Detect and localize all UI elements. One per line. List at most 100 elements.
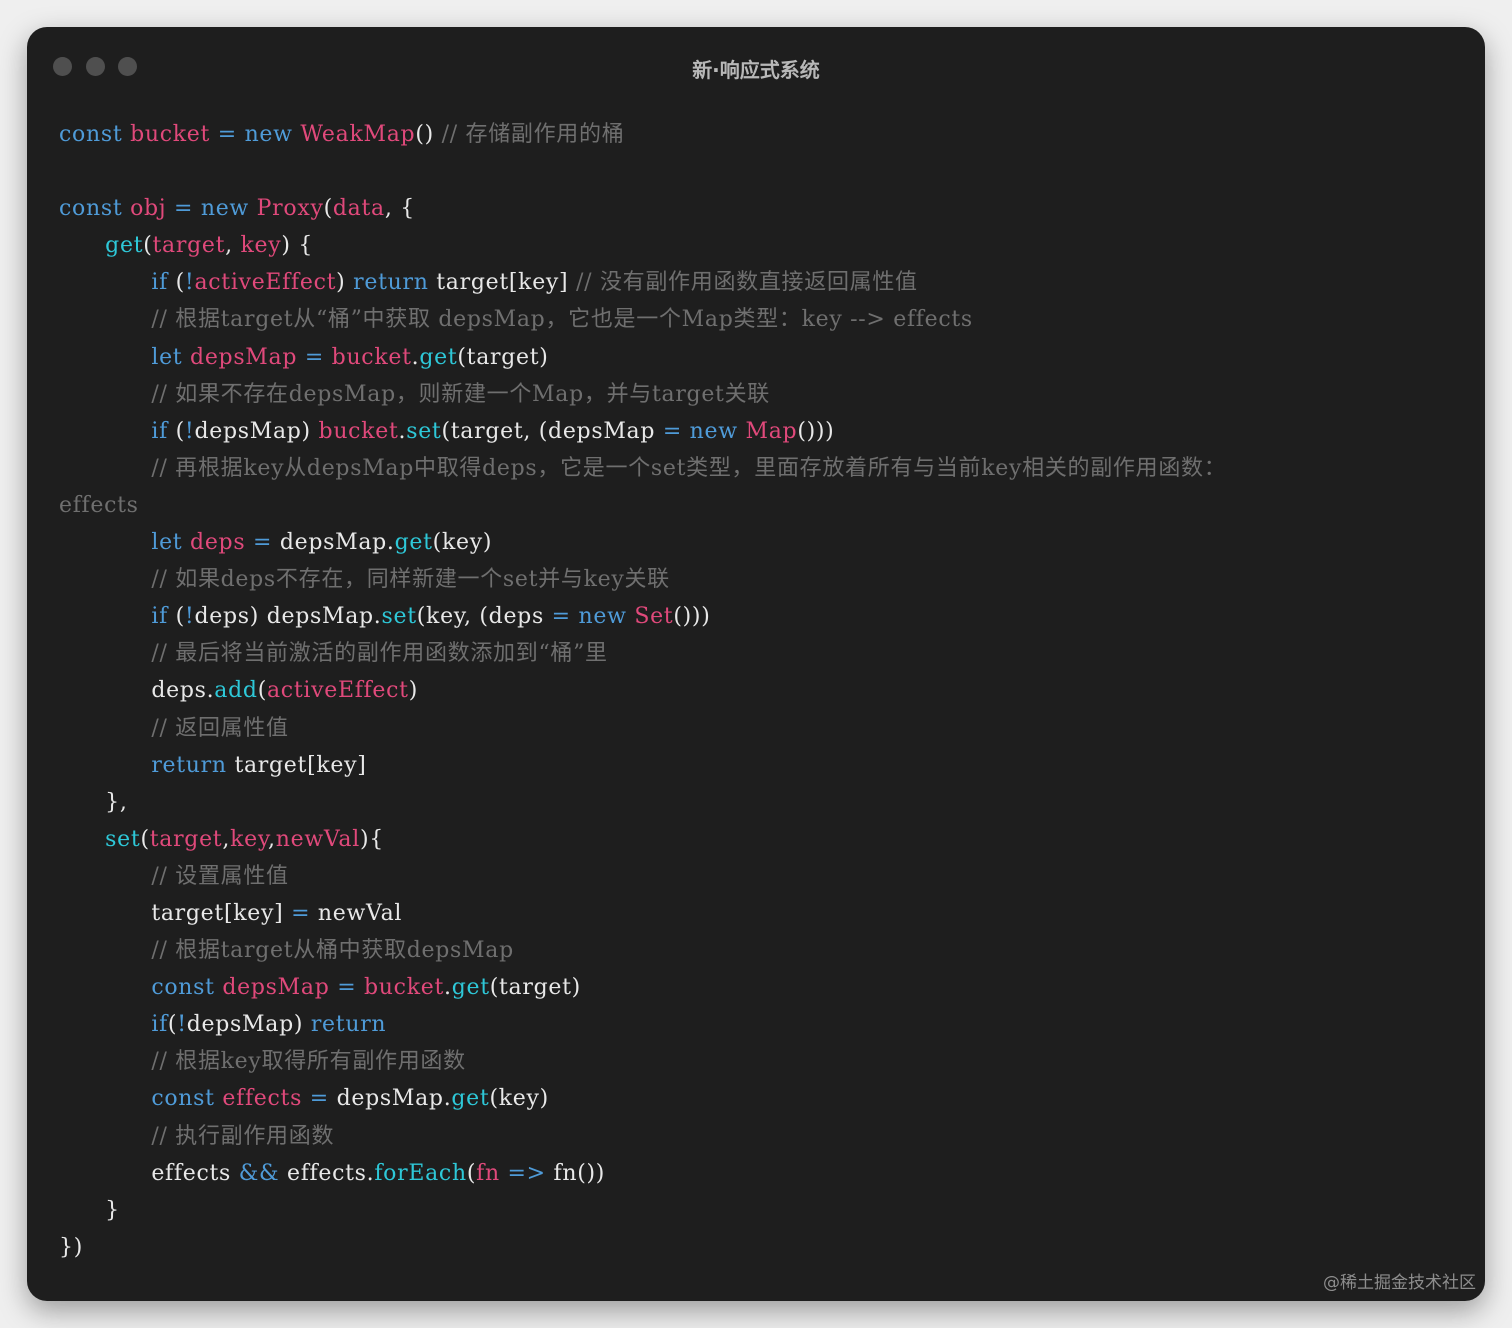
code-token: set <box>105 826 141 852</box>
code-window: 新·响应式系统 const bucket = new WeakMap() // … <box>27 27 1485 1301</box>
code-token: ( <box>257 678 267 704</box>
code-line: const effects = depsMap.get(key) <box>59 1080 1226 1117</box>
code-token: new <box>689 418 746 444</box>
code-line: // 执行副作用函数 <box>59 1118 1226 1155</box>
code-token: (key) <box>432 530 493 556</box>
code-token: Map <box>745 418 798 444</box>
code-token: // 根据target从“桶”中获取 depsMap，它也是一个Map类型：ke… <box>151 307 973 333</box>
code-token: depsMap. <box>279 530 395 556</box>
code-token: = <box>253 530 280 556</box>
code-token: // 设置属性值 <box>151 863 289 889</box>
code-token: get <box>451 1086 490 1112</box>
code-line: let depsMap = bucket.get(target) <box>59 339 1226 376</box>
code-token: depsMap <box>222 975 338 1001</box>
code-token: add <box>214 678 258 704</box>
code-line: deps.add(activeEffect) <box>59 672 1226 709</box>
code-token: set <box>381 604 417 630</box>
code-token: // 最后将当前激活的副作用函数添加到“桶”里 <box>151 641 608 667</box>
code-token: ( <box>175 418 185 444</box>
code-token: set <box>406 418 442 444</box>
code-token: }) <box>59 1234 83 1260</box>
code-token: ( <box>175 604 185 630</box>
code-token: get <box>419 344 458 370</box>
code-token: new <box>200 196 257 222</box>
code-token: effects <box>151 1160 239 1186</box>
code-token: , <box>225 233 241 259</box>
code-token: ! <box>177 1012 187 1038</box>
code-token: deps) depsMap. <box>194 604 382 630</box>
code-token: activeEffect <box>266 678 409 704</box>
code-line: // 再根据key从depsMap中取得deps，它是一个set类型，里面存放着… <box>59 450 1226 487</box>
code-line: // 最后将当前激活的副作用函数添加到“桶”里 <box>59 635 1226 672</box>
code-token: // 如果不存在depsMap，则新建一个Map，并与target关联 <box>151 381 770 407</box>
code-line: // 根据key取得所有副作用函数 <box>59 1043 1226 1080</box>
code-token: target[key] <box>151 900 292 926</box>
code-token: let <box>151 530 191 556</box>
code-token: () <box>415 122 442 147</box>
code-token: return <box>353 270 437 296</box>
code-token: forEach <box>374 1160 467 1186</box>
code-line: get(target, key) { <box>59 227 1226 264</box>
code-token: = <box>217 122 245 147</box>
code-token: ( <box>140 826 150 852</box>
code-line: // 设置属性值 <box>59 858 1226 895</box>
code-token: if <box>151 604 176 630</box>
code-token: // 返回属性值 <box>151 715 289 741</box>
code-token: target[key] <box>436 270 577 296</box>
code-token: ( <box>175 270 185 296</box>
code-token: = <box>309 1086 337 1112</box>
code-token: newVal <box>317 900 403 926</box>
code-token: depsMap) <box>186 1012 311 1038</box>
code-token: const <box>59 196 131 222</box>
code-token: // 存储副作用的桶 <box>441 122 625 147</box>
code-token: ( <box>143 233 153 259</box>
code-line: effects <box>59 487 1226 524</box>
code-line: const depsMap = bucket.get(target) <box>59 969 1226 1006</box>
code-token: (target) <box>489 975 581 1001</box>
code-line: // 如果deps不存在，同样新建一个set并与key关联 <box>59 561 1226 598</box>
code-line: } <box>59 1192 1226 1229</box>
code-line: if(!depsMap) return <box>59 1006 1226 1043</box>
code-line: if (!activeEffect) return target[key] //… <box>59 264 1226 301</box>
code-token: deps. <box>151 678 215 704</box>
code-line: }, <box>59 784 1226 821</box>
code-token: }, <box>105 789 128 815</box>
code-token: bucket <box>331 344 412 370</box>
code-line: const obj = new Proxy(data, { <box>59 190 1226 227</box>
code-token: ( <box>323 196 333 222</box>
code-token: effects. <box>286 1160 375 1186</box>
code-token: => <box>507 1160 554 1186</box>
code-token: if <box>151 1012 168 1038</box>
code-token: return <box>151 752 235 778</box>
code-token: , <box>222 826 231 852</box>
code-token: effects <box>59 492 139 518</box>
code-token: // 再根据key从depsMap中取得deps，它是一个set类型，里面存放着… <box>151 455 1227 481</box>
watermark: @稀土掘金技术社区 <box>1323 1273 1476 1293</box>
code-token: (key, (deps <box>416 604 552 630</box>
code-token: bucket <box>318 418 399 444</box>
code-token: Set <box>634 604 674 630</box>
title-bar: 新·响应式系统 <box>27 27 1485 107</box>
code-token: Proxy <box>256 196 324 222</box>
code-block[interactable]: const bucket = new WeakMap() // 存储副作用的桶​… <box>59 116 1226 1266</box>
code-token: && <box>238 1160 287 1186</box>
code-token: const <box>151 975 223 1001</box>
code-token: new <box>578 604 635 630</box>
